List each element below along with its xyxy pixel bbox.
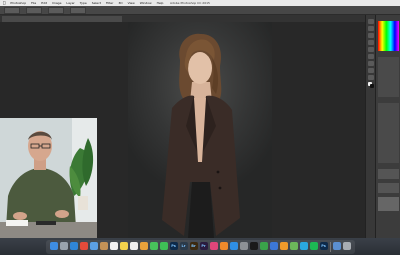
trash-icon[interactable] — [342, 241, 351, 250]
tool-preset-picker[interactable] — [4, 6, 20, 14]
finder-icon[interactable] — [49, 241, 58, 250]
layer-row[interactable] — [378, 183, 399, 193]
calendar-icon[interactable] — [109, 241, 118, 250]
quick-select-tool-icon[interactable] — [368, 40, 374, 45]
dock-icons: Ps Lr Br Pr Ps — [45, 239, 355, 254]
pages-icon[interactable] — [279, 241, 288, 250]
marquee-tool-icon[interactable] — [368, 26, 374, 31]
photoshop2-icon[interactable]: Ps — [319, 241, 328, 250]
panels-dock — [375, 15, 400, 238]
option-field[interactable] — [70, 6, 86, 14]
safari-icon[interactable] — [69, 241, 78, 250]
itunes-icon[interactable] — [209, 241, 218, 250]
ibooks-icon[interactable] — [219, 241, 228, 250]
color-panel[interactable] — [378, 21, 399, 51]
move-tool-icon[interactable] — [368, 19, 374, 24]
downloads-icon[interactable] — [332, 241, 341, 250]
dock-separator — [329, 241, 331, 252]
photoshop-icon[interactable]: Ps — [169, 241, 178, 250]
spotify-icon[interactable] — [309, 241, 318, 250]
presenter-video — [0, 118, 97, 240]
skype-icon[interactable] — [299, 241, 308, 250]
lasso-tool-icon[interactable] — [368, 33, 374, 38]
terminal-icon[interactable] — [249, 241, 258, 250]
healing-tool-icon[interactable] — [368, 61, 374, 66]
brush-tool-icon[interactable] — [368, 68, 374, 73]
adjustments-panel[interactable] — [378, 57, 399, 97]
photos-icon[interactable] — [139, 241, 148, 250]
background-color-swatch[interactable] — [370, 84, 374, 88]
crop-tool-icon[interactable] — [368, 47, 374, 52]
numbers-icon[interactable] — [259, 241, 268, 250]
system-preferences-icon[interactable] — [239, 241, 248, 250]
premiere-icon[interactable]: Pr — [199, 241, 208, 250]
appstore-icon[interactable] — [229, 241, 238, 250]
launchpad-icon[interactable] — [59, 241, 68, 250]
contacts-icon[interactable] — [99, 241, 108, 250]
dock: Ps Lr Br Pr Ps — [0, 238, 400, 255]
layer-row[interactable] — [378, 169, 399, 179]
webcam-overlay — [0, 118, 97, 240]
mail-icon[interactable] — [89, 241, 98, 250]
tools-panel — [365, 15, 375, 238]
document-image — [128, 22, 272, 238]
stamp-tool-icon[interactable] — [368, 75, 374, 80]
portrait-photo — [162, 33, 240, 238]
facetime-icon[interactable] — [159, 241, 168, 250]
lightroom-icon[interactable]: Lr — [179, 241, 188, 250]
document-tab-bar — [0, 15, 365, 22]
layer-row-selected[interactable] — [378, 197, 399, 211]
reminders-icon[interactable] — [129, 241, 138, 250]
option-field[interactable] — [26, 6, 42, 14]
keynote-icon[interactable] — [269, 241, 278, 250]
options-bar — [0, 6, 400, 15]
bridge-icon[interactable]: Br — [189, 241, 198, 250]
eyedropper-tool-icon[interactable] — [368, 54, 374, 59]
chrome-icon[interactable] — [79, 241, 88, 250]
maps-icon[interactable] — [289, 241, 298, 250]
notes-icon[interactable] — [119, 241, 128, 250]
layers-panel[interactable] — [378, 103, 399, 163]
option-field[interactable] — [48, 6, 64, 14]
messages-icon[interactable] — [149, 241, 158, 250]
